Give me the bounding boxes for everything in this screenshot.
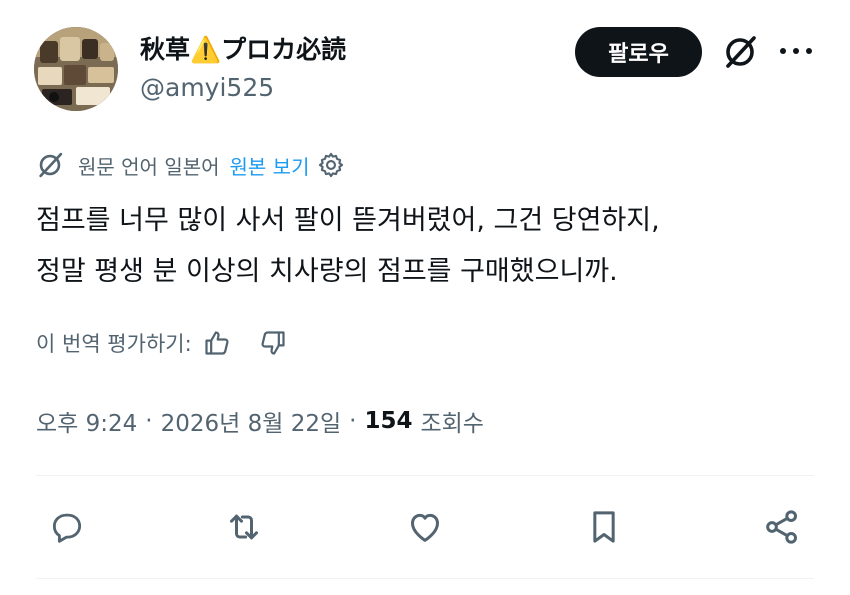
view-original-link[interactable]: 원본 보기 (230, 151, 310, 180)
translation-notice: 원문 언어 일본어 원본 보기 (36, 149, 347, 181)
divider (36, 475, 814, 476)
more-icon[interactable] (776, 38, 816, 64)
views-count[interactable]: 154 (364, 408, 412, 434)
tweet-text: 점프를 너무 많이 사서 팔이 뜯겨버렸어, 그건 당연하지, 정말 평생 분 … (36, 195, 826, 297)
meta-separator: · (145, 408, 153, 434)
thumbs-down-icon[interactable] (256, 326, 290, 360)
tweet-date[interactable]: 2026년 8월 22일 (161, 404, 342, 438)
grok-icon[interactable] (718, 30, 762, 74)
views-label[interactable]: 조회수 (420, 404, 483, 438)
display-name[interactable]: 秋草⚠️プロカ必読 (140, 30, 346, 66)
avatar[interactable] (34, 27, 118, 111)
bookmark-icon[interactable] (582, 505, 626, 549)
translate-icon (36, 150, 66, 180)
reply-icon[interactable] (45, 505, 89, 549)
tweet-line: 정말 평생 분 이상의 치사량의 점프를 구매했으니까. (36, 256, 618, 287)
follow-button[interactable]: 팔로우 (575, 27, 702, 77)
translation-source-label: 원문 언어 일본어 (78, 154, 220, 179)
tweet-time[interactable]: 오후 9:24 (36, 404, 137, 438)
gear-icon[interactable] (317, 150, 347, 180)
rate-translation: 이 번역 평가하기: (36, 325, 290, 361)
tweet-line: 점프를 너무 많이 사서 팔이 뜯겨버렸어, 그건 당연하지, (36, 205, 660, 236)
tweet-meta: 오후 9:24 · 2026년 8월 22일 · 154 조회수 (36, 403, 484, 439)
like-icon[interactable] (403, 505, 447, 549)
divider (36, 578, 814, 579)
meta-separator: · (349, 408, 357, 434)
share-icon[interactable] (760, 505, 804, 549)
user-handle[interactable]: @amyi525 (140, 73, 274, 102)
rate-translation-label: 이 번역 평가하기: (36, 332, 192, 356)
retweet-icon[interactable] (222, 505, 266, 549)
thumbs-up-icon[interactable] (200, 326, 234, 360)
